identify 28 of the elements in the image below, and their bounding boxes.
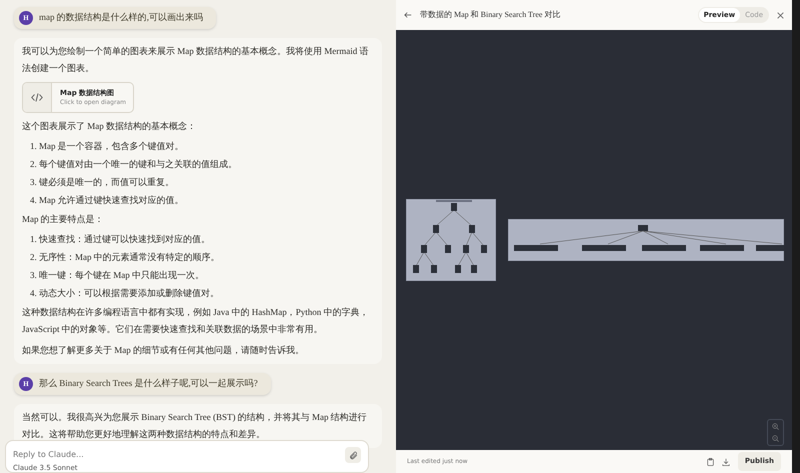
reply-input-field[interactable]: Reply to Claude... <box>13 449 313 461</box>
list-item: 4. 动态大小：可以根据需要添加或删除键值对。 <box>30 287 220 300</box>
zoom-in-icon[interactable] <box>772 423 779 430</box>
clipboard-icon[interactable] <box>706 458 714 466</box>
user-message-text: 那么 Binary Search Trees 是什么样子呢,可以一起展示吗? <box>39 377 259 390</box>
message-paragraph: 这种数据结构在许多编程语言中都有实现，例如 Java 中的 HashMap，Python 中的字典，JavaScript 中的对象等。它们在需要快速查找和关联数据的场景中非常有用。 <box>22 306 370 336</box>
message-paragraph: Map 的主要特点是： <box>22 213 105 226</box>
code-icon <box>31 93 43 102</box>
panel-title: 带数据的 Map 和 Binary Search Tree 对比 <box>420 9 562 21</box>
scrollbar[interactable] <box>792 0 800 473</box>
message-paragraph: 当然可以。我很高兴为您展示 Binary Search Tree (BST) 的结构，并将其与 Map 结构进行对比。这将帮助您更好地理解这两种数据结构的特点和差异。 <box>22 411 368 441</box>
list-item: 3. 键必须是唯一的，而值可以重复。 <box>30 176 175 189</box>
download-icon[interactable] <box>722 458 730 466</box>
list-item: 3. 唯一键：每个键在 Map 中只能出现一次。 <box>30 269 205 282</box>
list-item: 1. Map 是一个容器，包含多个键值对。 <box>30 140 185 153</box>
message-paragraph: 我可以为您绘制一个简单的图表来展示 Map 数据结构的基本概念。我将使用 Mermaid 语法创建一个图表。 <box>22 45 370 75</box>
user-message-text: map 的数据结构是什么样的,可以画出来吗 <box>39 11 204 24</box>
list-item: 2. 无序性：Map 中的元素通常没有特定的顺序。 <box>30 251 221 264</box>
list-item: 4. Map 允许通过键快速查找对应的值。 <box>30 194 185 207</box>
back-arrow-icon[interactable] <box>404 11 412 19</box>
paperclip-icon <box>348 450 358 460</box>
list-item: 1. 快速查找：通过键可以快速找到对应的值。 <box>30 233 211 246</box>
message-paragraph: 这个图表展示了 Map 数据结构的基本概念： <box>22 120 197 133</box>
zoom-out-icon[interactable] <box>772 435 779 442</box>
close-icon[interactable] <box>777 12 784 18</box>
message-paragraph: 如果您想了解更多关于 Map 的细节或有任何其他问题，请随时告诉我。 <box>22 344 305 357</box>
attach-button[interactable] <box>345 447 361 463</box>
list-item: 2. 每个键值对由一个唯一的键和与之关联的值组成。 <box>30 158 238 171</box>
